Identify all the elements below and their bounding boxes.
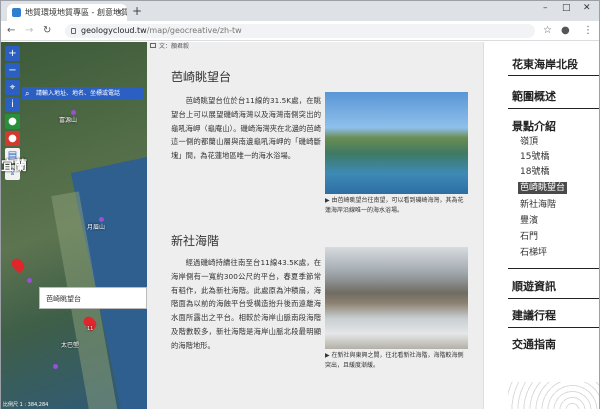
- nav-heading[interactable]: 順遊資訊: [512, 278, 556, 294]
- browser-menu-icon[interactable]: ⋮: [583, 24, 593, 38]
- popup-label: 芭崎眺望台: [46, 295, 81, 303]
- section-body: 芭崎眺望台位於台11線的31.5K處，在眺望台上可以展望磯崎海灣以及海灣南側突出…: [171, 96, 321, 161]
- map-scale-text: 比例尺 1 : 384,284: [3, 402, 49, 408]
- topo-decoration: [508, 382, 599, 409]
- section-photo: [325, 247, 468, 349]
- site-favicon-icon: [12, 8, 21, 17]
- place-label: 太巴塱: [61, 342, 80, 349]
- section-title: 新社海階: [171, 234, 220, 248]
- back-button[interactable]: ←: [7, 24, 15, 38]
- address-toolbar: ← → ↻ geologycloud.tw/map/geocreative/zh…: [1, 21, 599, 41]
- author-text: 文：顏君毅: [159, 43, 190, 50]
- map-search-placeholder: 請輸入地址、地名、坐標或電話: [36, 90, 121, 97]
- nav-spot-item[interactable]: 15號橋: [520, 151, 549, 163]
- photo-caption: ▶ 在新社與東興之間，往北看新社海階，海階較海側突出，且緩度漸緩。: [325, 352, 464, 369]
- poi-pin-icon[interactable]: [71, 110, 76, 115]
- map-search-input[interactable]: ⌕ 請輸入地址、地名、坐標或電話: [22, 87, 143, 100]
- nav-spot-item[interactable]: 豐濱: [520, 215, 538, 227]
- nav-heading[interactable]: 景點介紹: [512, 118, 556, 134]
- nav-divider: [508, 268, 599, 269]
- section-body: 經過磯崎持續往南至台11線43.5K處，在海岸側有一寬約300公尺的平台，春夏季…: [171, 258, 321, 350]
- lock-icon: [71, 28, 76, 34]
- close-window-button[interactable]: ✕: [583, 3, 591, 13]
- nav-heading[interactable]: 建議行程: [512, 307, 556, 323]
- nav-spot-item[interactable]: 新社海階: [520, 199, 556, 211]
- tab-close-icon[interactable]: ✕: [116, 4, 123, 21]
- map-view[interactable]: + − ⌖ i ● ● ▤ ⇪ ⌕ 請輸入地址、地名、坐標或電話 宜蘭 富源山 …: [1, 42, 147, 409]
- profile-avatar-icon[interactable]: ●: [561, 24, 570, 38]
- search-icon: ⌕: [25, 89, 30, 98]
- address-host: geologycloud.tw: [81, 26, 147, 35]
- map-marker-icon[interactable]: [9, 256, 27, 274]
- article-content[interactable]: 文：顏君毅 芭崎眺望台 芭崎眺望台位於台11線的31.5K處，在眺望台上可以展望…: [147, 42, 483, 409]
- section-title: 芭崎眺望台: [171, 70, 232, 84]
- nav-spot-item-active[interactable]: 芭崎眺望台: [518, 182, 568, 194]
- section-photo: [325, 92, 468, 194]
- nav-divider: [508, 75, 599, 76]
- address-bar[interactable]: geologycloud.tw/map/geocreative/zh-tw: [65, 24, 535, 38]
- minimize-button[interactable]: –: [543, 3, 548, 13]
- zoom-out-button[interactable]: −: [5, 63, 20, 78]
- info-icon[interactable]: i: [5, 97, 20, 112]
- poi-pin-icon[interactable]: [53, 364, 58, 369]
- region-label: 宜蘭: [1, 159, 28, 174]
- bookmark-star-icon[interactable]: ☆: [543, 24, 552, 38]
- locate-icon[interactable]: ⌖: [5, 80, 20, 95]
- nav-spot-item[interactable]: 石門: [520, 231, 538, 243]
- collapse-icon[interactable]: [150, 43, 156, 48]
- layer-green-icon[interactable]: ●: [5, 114, 20, 129]
- nav-divider: [508, 298, 599, 299]
- map-popup[interactable]: 芭崎眺望台: [39, 287, 147, 309]
- layer-red-icon[interactable]: ●: [5, 131, 20, 146]
- tab-strip: 地質環境地質專區 - 創意地質平台 ✕ + – □ ✕: [1, 1, 599, 21]
- maximize-button[interactable]: □: [562, 3, 571, 13]
- nav-divider: [508, 327, 599, 328]
- nav-panel: 花東海岸北段 範圍概述 景點介紹 嶺頂 15號橋 18號橋 芭崎眺望台 新社海階…: [483, 42, 599, 409]
- new-tab-button[interactable]: +: [132, 4, 142, 18]
- zoom-in-button[interactable]: +: [5, 46, 20, 61]
- nav-heading[interactable]: 交通指南: [512, 336, 556, 352]
- browser-tab[interactable]: 地質環境地質專區 - 創意地質平台 ✕: [7, 4, 127, 21]
- nav-heading[interactable]: 花東海岸北段: [512, 56, 578, 72]
- browser-window: 地質環境地質專區 - 創意地質平台 ✕ + – □ ✕ ← → ↻ geolog…: [0, 0, 600, 409]
- address-path: /map/geocreative/zh-tw: [146, 26, 242, 35]
- nav-heading[interactable]: 範圍概述: [512, 88, 556, 104]
- nav-spot-item[interactable]: 石梯坪: [520, 247, 547, 259]
- place-label: 富源山: [59, 117, 78, 124]
- author-meta: 文：顏君毅: [147, 42, 189, 52]
- poi-pin-icon[interactable]: [27, 278, 32, 283]
- tab-title: 地質環境地質專區 - 創意地質平台: [25, 8, 127, 17]
- photo-caption: ▶ 由芭崎眺望台往南望，可以看到磯崎海灣，其為花蓮海岸沿線唯一的海水浴場。: [325, 197, 464, 214]
- marker-number: 11: [87, 326, 94, 332]
- nav-spot-item[interactable]: 嶺頂: [520, 136, 538, 148]
- forward-button[interactable]: →: [25, 24, 33, 38]
- poi-pin-icon[interactable]: [99, 217, 104, 222]
- reload-icon[interactable]: ↻: [43, 24, 51, 38]
- place-label: 月眉山: [87, 224, 106, 231]
- nav-spot-item[interactable]: 18號橋: [520, 166, 549, 178]
- nav-divider: [508, 108, 599, 109]
